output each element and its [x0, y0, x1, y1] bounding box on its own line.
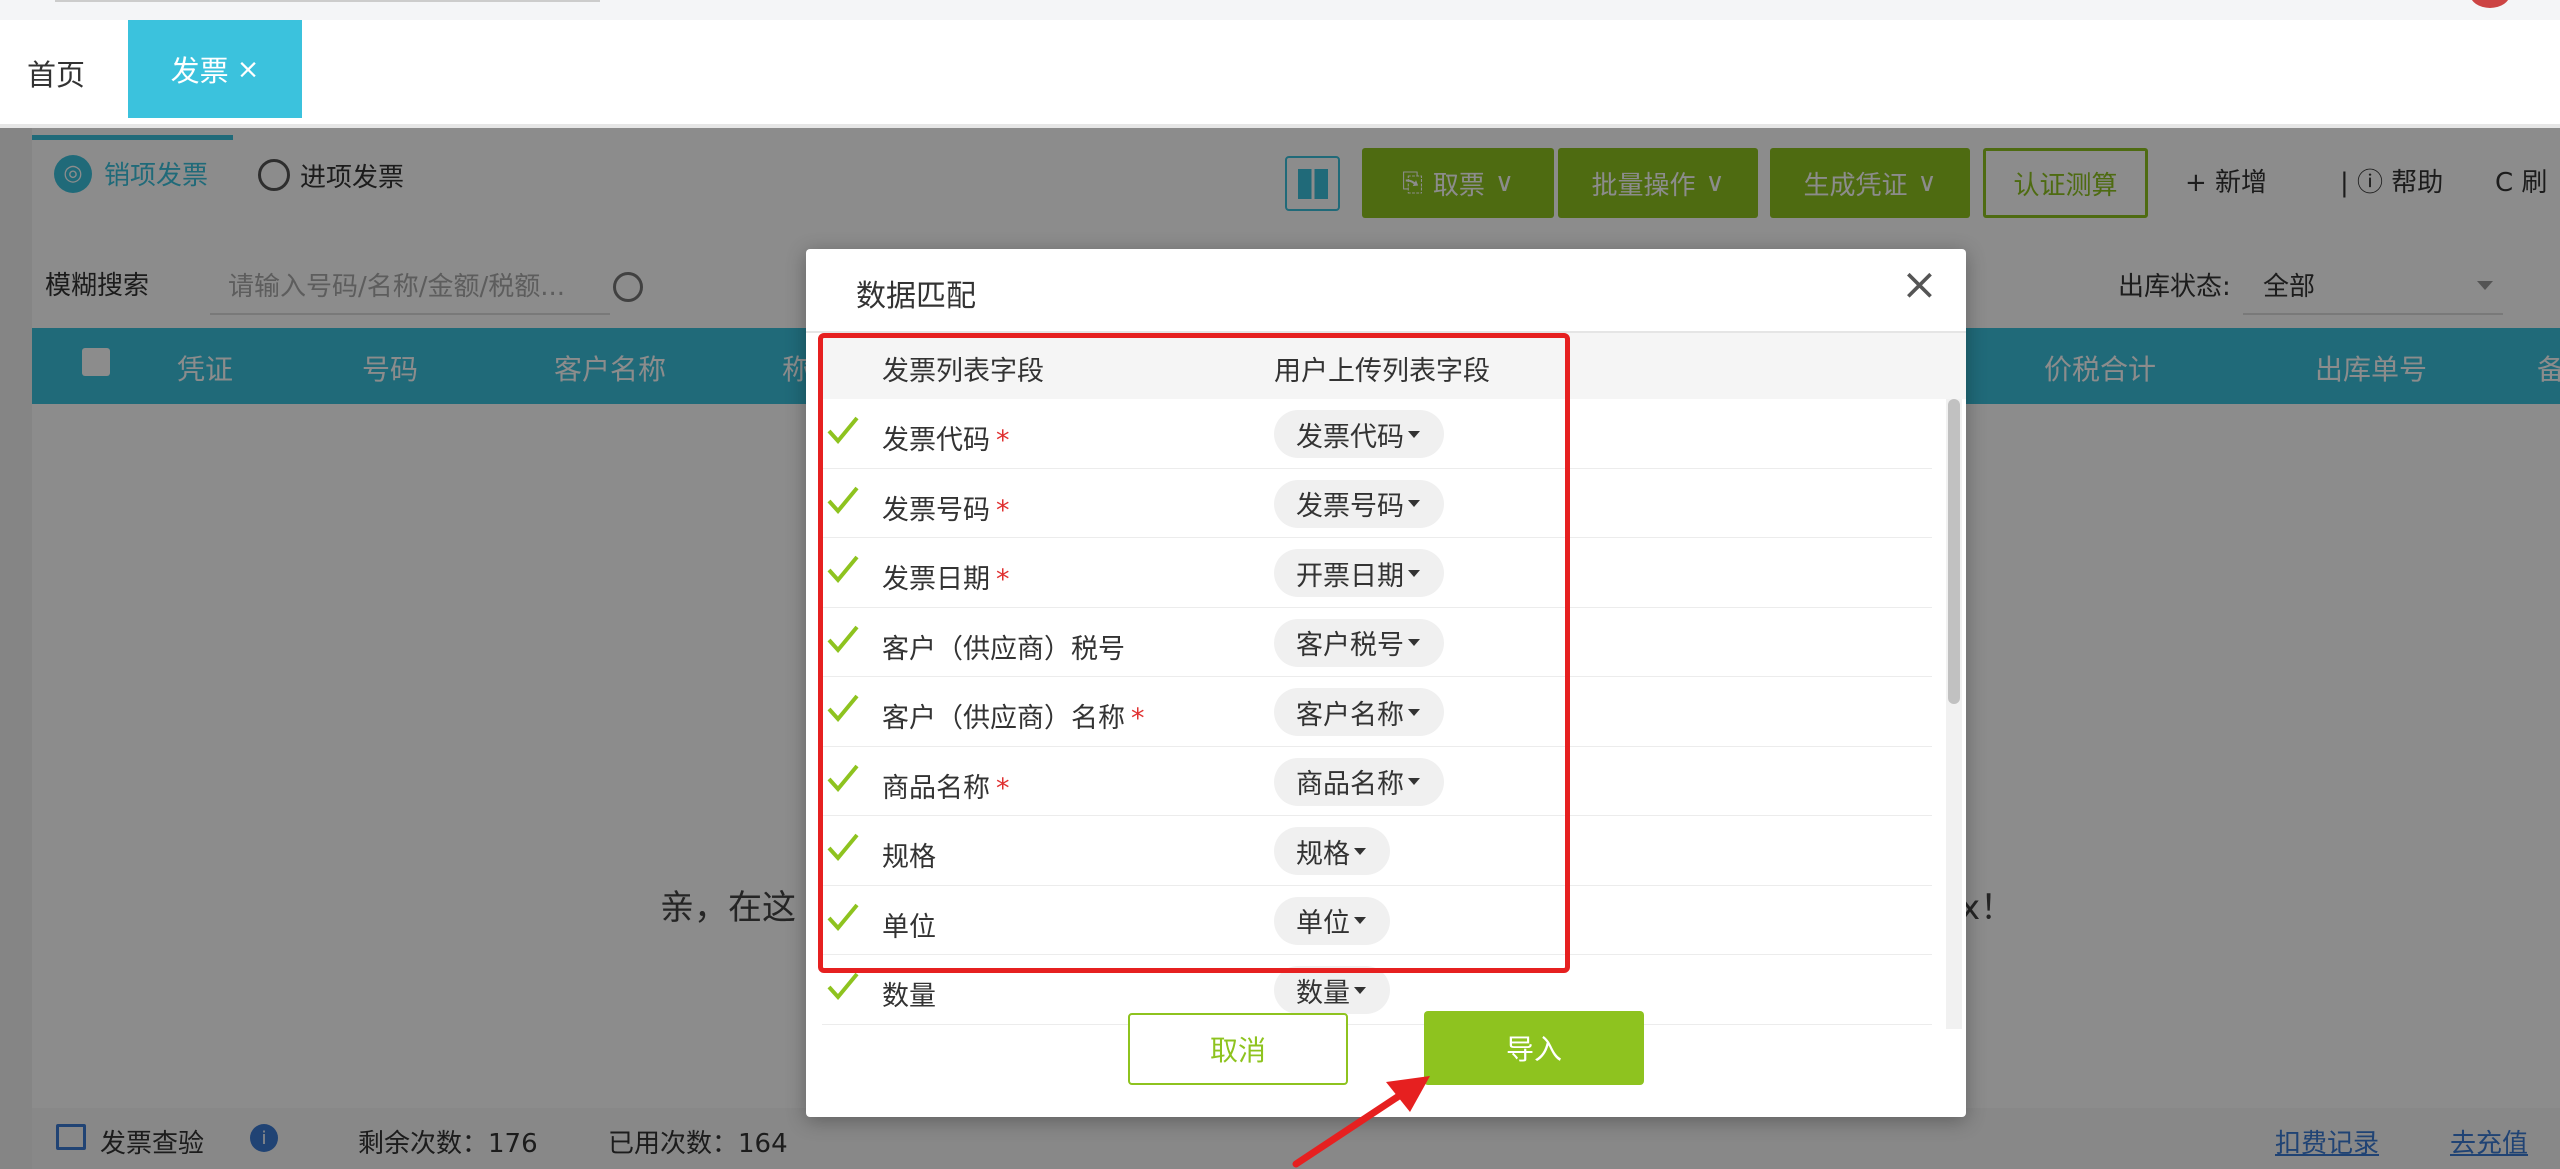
upload-field-value: 商品名称	[1296, 769, 1404, 800]
tab-bar: 首页 发票 ×	[0, 20, 2560, 124]
mapping-row: 商品名称 * 商品名称	[822, 747, 1932, 816]
mapping-row: 客户（供应商）名称 * 客户名称	[822, 677, 1932, 747]
upload-field-value: 客户名称	[1296, 699, 1404, 731]
required-mark: *	[996, 425, 1010, 456]
mapping-row: 客户（供应商）税号 客户税号	[822, 608, 1932, 677]
import-button[interactable]: 导入	[1424, 1011, 1644, 1085]
check-icon	[827, 903, 859, 931]
check-icon	[827, 694, 859, 723]
upload-field-value: 发票号码	[1296, 491, 1404, 522]
upload-field-select[interactable]: 数量	[1274, 966, 1390, 1014]
upload-field-select[interactable]: 单位	[1274, 896, 1390, 945]
required-mark: *	[996, 564, 1010, 595]
required-mark: *	[996, 772, 1010, 804]
tab-invoice[interactable]: 发票 ×	[128, 20, 302, 118]
top-strip	[0, 0, 2560, 20]
mapping-row: 发票代码 * 发票代码	[822, 399, 1932, 469]
caret-down-icon	[1408, 430, 1420, 438]
check-icon	[827, 555, 859, 584]
caret-down-icon	[1354, 847, 1366, 855]
header-upload-field: 用户上传列表字段	[1274, 356, 1490, 387]
field-label: 规格	[882, 842, 936, 873]
invoice-field-name: 数量	[882, 974, 942, 1013]
upload-field-value: 数量	[1296, 977, 1350, 1009]
close-icon[interactable]: ×	[1901, 263, 1938, 307]
tab-invoice-label: 发票	[170, 54, 229, 88]
field-label: 客户（供应商）税号	[882, 633, 1125, 665]
upload-field-select[interactable]: 规格	[1274, 827, 1390, 875]
field-label: 发票代码	[882, 425, 990, 456]
field-label: 数量	[882, 981, 936, 1012]
check-icon	[827, 833, 859, 862]
check-icon	[827, 972, 859, 1001]
upload-field-select[interactable]: 客户名称	[1274, 688, 1444, 736]
invoice-field-name: 发票日期 *	[882, 557, 1010, 596]
scrollbar-thumb[interactable]	[1948, 399, 1960, 704]
invoice-field-name: 客户（供应商）名称 *	[882, 696, 1145, 735]
caret-down-icon	[1408, 708, 1420, 716]
mapping-rows: 发票代码 * 发票代码 发票号码 * 发票号码 发票日期 * 开票日期 客户（供应商）税号 客户税号…	[822, 399, 1932, 1029]
field-label: 单位	[882, 911, 936, 943]
field-label: 商品名称	[882, 772, 990, 804]
invoice-field-name: 单位	[882, 905, 942, 944]
pointer-arrow-icon	[1292, 1076, 1430, 1168]
mapping-row: 数量 数量	[822, 955, 1932, 1025]
data-match-dialog: 数据匹配 × 发票列表字段 用户上传列表字段 发票代码 * 发票代码 发票号码 * 发票号…	[806, 249, 1966, 1117]
upload-field-select[interactable]: 客户税号	[1274, 618, 1444, 667]
invoice-field-name: 发票号码 *	[882, 488, 1010, 527]
caret-down-icon	[1408, 569, 1420, 577]
caret-down-icon	[1354, 917, 1366, 924]
caret-down-icon	[1354, 986, 1366, 994]
header-invoice-field: 发票列表字段	[882, 356, 1044, 387]
tab-home[interactable]: 首页	[27, 52, 85, 94]
required-mark: *	[996, 494, 1010, 526]
caret-down-icon	[1408, 500, 1420, 507]
upload-field-select[interactable]: 发票号码	[1274, 479, 1444, 528]
invoice-field-name: 发票代码 *	[882, 418, 1010, 457]
dialog-title: 数据匹配	[856, 279, 976, 314]
upload-field-value: 开票日期	[1296, 560, 1404, 592]
caret-down-icon	[1408, 778, 1420, 785]
top-search-field[interactable]	[55, 0, 600, 2]
field-label: 发票日期	[882, 564, 990, 595]
mapping-row: 发票日期 * 开票日期	[822, 538, 1932, 608]
check-icon	[827, 625, 859, 653]
upload-field-value: 客户税号	[1296, 630, 1404, 661]
close-icon[interactable]: ×	[237, 54, 260, 85]
upload-field-value: 规格	[1296, 838, 1350, 870]
mapping-row: 发票号码 * 发票号码	[822, 469, 1932, 538]
caret-down-icon	[1408, 639, 1420, 646]
upload-field-value: 单位	[1296, 908, 1350, 939]
field-label: 发票号码	[882, 494, 990, 526]
required-mark: *	[1131, 703, 1145, 734]
mapping-row: 规格 规格	[822, 816, 1932, 886]
mapping-header: 发票列表字段 用户上传列表字段	[822, 333, 1966, 399]
check-icon	[827, 486, 859, 514]
avatar[interactable]	[2470, 0, 2510, 8]
invoice-field-name: 规格	[882, 835, 942, 874]
mapping-row: 单位 单位	[822, 886, 1932, 955]
field-label: 客户（供应商）名称	[882, 703, 1125, 734]
upload-field-value: 发票代码	[1296, 421, 1404, 453]
upload-field-select[interactable]: 开票日期	[1274, 549, 1444, 597]
check-icon	[827, 416, 859, 445]
check-icon	[827, 764, 859, 792]
upload-field-select[interactable]: 发票代码	[1274, 410, 1444, 458]
scrollbar[interactable]	[1946, 399, 1962, 1029]
upload-field-select[interactable]: 商品名称	[1274, 757, 1444, 806]
invoice-field-name: 客户（供应商）税号	[882, 627, 1131, 666]
invoice-field-name: 商品名称 *	[882, 766, 1010, 805]
